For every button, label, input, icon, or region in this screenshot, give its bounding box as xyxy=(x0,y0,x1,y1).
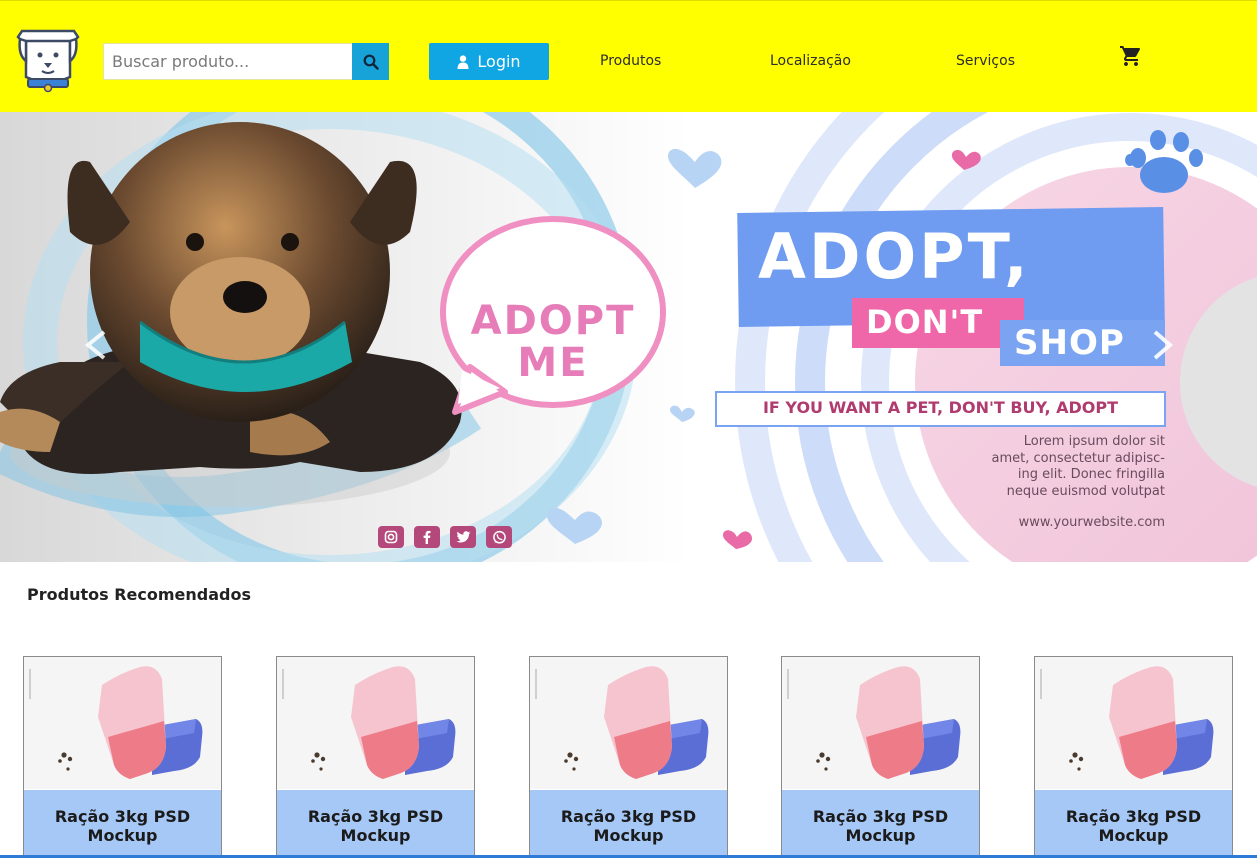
bubble-line-2: ME xyxy=(517,340,589,386)
banner-tagline: IF YOU WANT A PET, DON'T BUY, ADOPT xyxy=(762,398,1119,417)
headline-adopt: ADOPT, xyxy=(758,220,1031,293)
product-card[interactable]: Ração 3kg PSD Mockup xyxy=(276,656,475,858)
product-name-line-1: Ração 3kg PSD xyxy=(560,807,697,826)
product-caption: Ração 3kg PSD Mockup xyxy=(277,790,474,858)
product-card[interactable]: Ração 3kg PSD Mockup xyxy=(529,656,728,858)
product-card[interactable]: Ração 3kg PSD Mockup xyxy=(1034,656,1233,858)
banner-prev-button[interactable] xyxy=(80,322,112,366)
shopping-cart-icon[interactable] xyxy=(1119,44,1143,68)
product-name-line-2: Mockup xyxy=(1098,826,1169,845)
product-name-line-2: Mockup xyxy=(87,826,158,845)
body-line-1: Lorem ipsum dolor sit xyxy=(1023,434,1165,449)
user-icon xyxy=(457,54,469,69)
site-header: Login Produtos Localização Serviços xyxy=(0,0,1257,112)
product-image xyxy=(1035,657,1232,789)
bubble-line-1: ADOPT xyxy=(470,298,636,344)
search-bar xyxy=(103,43,389,80)
search-icon xyxy=(363,54,379,70)
product-image xyxy=(24,657,221,789)
product-name-line-2: Mockup xyxy=(340,826,411,845)
banner-body: Lorem ipsum dolor sit amet, consectetur … xyxy=(900,434,1165,500)
product-image xyxy=(530,657,727,789)
dog-face-icon[interactable] xyxy=(16,21,80,93)
facebook-icon[interactable] xyxy=(414,526,440,548)
product-image xyxy=(277,657,474,789)
instagram-icon[interactable] xyxy=(378,526,404,548)
twitter-icon[interactable] xyxy=(450,526,476,548)
product-name-line-2: Mockup xyxy=(845,826,916,845)
product-name-line-1: Ração 3kg PSD xyxy=(1065,807,1202,826)
body-line-2: amet, consectetur adipisc- xyxy=(991,450,1165,466)
nav-localizacao[interactable]: Localização xyxy=(770,53,851,69)
product-name-line-2: Mockup xyxy=(593,826,664,845)
product-image xyxy=(782,657,979,789)
product-name-line-1: Ração 3kg PSD xyxy=(812,807,949,826)
login-button[interactable]: Login xyxy=(429,43,549,80)
hero-banner[interactable]: ADOPT ME ADOPT, DON'T SHOP IF YOU WANT A… xyxy=(0,112,1257,562)
banner-website: www.yourwebsite.com xyxy=(1018,515,1165,530)
section-title-recommended: Produtos Recomendados xyxy=(27,585,251,604)
headline-shop: SHOP xyxy=(1014,323,1125,363)
headline-dont: DON'T xyxy=(866,303,984,341)
product-caption: Ração 3kg PSD Mockup xyxy=(1035,790,1232,858)
login-label: Login xyxy=(477,52,521,71)
product-caption: Ração 3kg PSD Mockup xyxy=(782,790,979,858)
product-card[interactable]: Ração 3kg PSD Mockup xyxy=(23,656,222,858)
search-button[interactable] xyxy=(352,43,389,80)
search-input[interactable] xyxy=(103,43,352,80)
body-line-4: neque euismod volutpat xyxy=(1006,483,1165,499)
product-caption: Ração 3kg PSD Mockup xyxy=(530,790,727,858)
product-card[interactable]: Ração 3kg PSD Mockup xyxy=(781,656,980,858)
nav-produtos[interactable]: Produtos xyxy=(600,53,661,69)
product-name-line-1: Ração 3kg PSD xyxy=(307,807,444,826)
body-line-3: ing elit. Donec fringilla xyxy=(1017,467,1165,482)
banner-next-button[interactable] xyxy=(1146,322,1178,366)
page: Login Produtos Localização Serviços xyxy=(0,0,1257,858)
product-caption: Ração 3kg PSD Mockup xyxy=(24,790,221,858)
product-name-line-1: Ração 3kg PSD xyxy=(54,807,191,826)
nav-servicos[interactable]: Serviços xyxy=(956,53,1015,69)
bubble-text: ADOPT ME xyxy=(448,300,658,384)
whatsapp-icon[interactable] xyxy=(486,526,512,548)
